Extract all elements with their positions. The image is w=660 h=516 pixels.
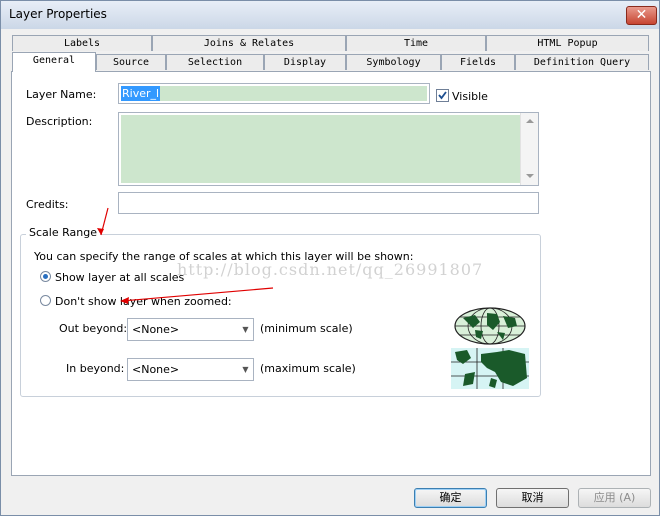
- scrollbar-down-icon[interactable]: [526, 174, 534, 178]
- tab-source[interactable]: Source: [96, 54, 166, 70]
- apply-button[interactable]: 应用 (A): [578, 488, 651, 508]
- in-beyond-value: <None>: [132, 363, 180, 376]
- checkmark-icon: [438, 91, 447, 100]
- credits-input[interactable]: [118, 192, 539, 214]
- tab-joins-relates[interactable]: Joins & Relates: [152, 35, 346, 51]
- title-bar: Layer Properties ✕: [1, 1, 659, 29]
- layer-properties-dialog: Layer Properties ✕ Labels Joins & Relate…: [0, 0, 660, 516]
- out-beyond-label: Out beyond:: [59, 322, 128, 335]
- window-title: Layer Properties: [9, 7, 107, 21]
- layer-name-highlight: [121, 86, 427, 101]
- tab-fields[interactable]: Fields: [441, 54, 515, 70]
- in-beyond-hint: (maximum scale): [260, 362, 356, 375]
- tab-definition-query[interactable]: Definition Query: [515, 54, 649, 70]
- out-beyond-hint: (minimum scale): [260, 322, 353, 335]
- out-beyond-combo[interactable]: <None> ▼: [127, 318, 254, 341]
- description-content: [121, 115, 520, 183]
- tab-time[interactable]: Time: [346, 35, 486, 51]
- tab-labels[interactable]: Labels: [12, 35, 152, 51]
- layer-name-value: River_l: [121, 86, 161, 101]
- show-all-scales-radio[interactable]: [40, 271, 51, 282]
- visible-label: Visible: [452, 90, 488, 103]
- cancel-button[interactable]: 取消: [496, 488, 569, 508]
- layer-name-input[interactable]: River_l: [118, 83, 430, 104]
- in-beyond-label: In beyond:: [66, 362, 125, 375]
- tab-symbology[interactable]: Symbology: [346, 54, 441, 70]
- tab-html-popup[interactable]: HTML Popup: [486, 35, 649, 51]
- out-beyond-value: <None>: [132, 323, 180, 336]
- tab-display[interactable]: Display: [264, 54, 346, 70]
- layer-name-label: Layer Name:: [26, 88, 97, 101]
- visible-checkbox[interactable]: [436, 89, 449, 102]
- credits-label: Credits:: [26, 198, 69, 211]
- dont-show-zoomed-label[interactable]: Don't show layer when zoomed:: [55, 295, 232, 308]
- close-button[interactable]: ✕: [626, 6, 657, 25]
- ok-button[interactable]: 确定: [414, 488, 487, 508]
- tab-selection[interactable]: Selection: [166, 54, 264, 70]
- globe-icon: [454, 307, 526, 345]
- description-label: Description:: [26, 115, 93, 128]
- show-all-scales-label[interactable]: Show layer at all scales: [55, 271, 184, 284]
- scale-range-legend: Scale Range: [26, 226, 100, 239]
- map-icon: [451, 348, 529, 389]
- dont-show-zoomed-radio[interactable]: [40, 295, 51, 306]
- dropdown-arrow-icon[interactable]: ▼: [238, 319, 253, 340]
- tab-general[interactable]: General: [12, 52, 96, 72]
- in-beyond-combo[interactable]: <None> ▼: [127, 358, 254, 381]
- watermark-text: http://blog.csdn.net/qq_26991807: [177, 260, 484, 279]
- description-textarea[interactable]: [118, 112, 539, 186]
- scrollbar-up-icon[interactable]: [526, 119, 534, 123]
- dropdown-arrow-icon[interactable]: ▼: [238, 359, 253, 380]
- description-scrollbar[interactable]: [520, 113, 538, 185]
